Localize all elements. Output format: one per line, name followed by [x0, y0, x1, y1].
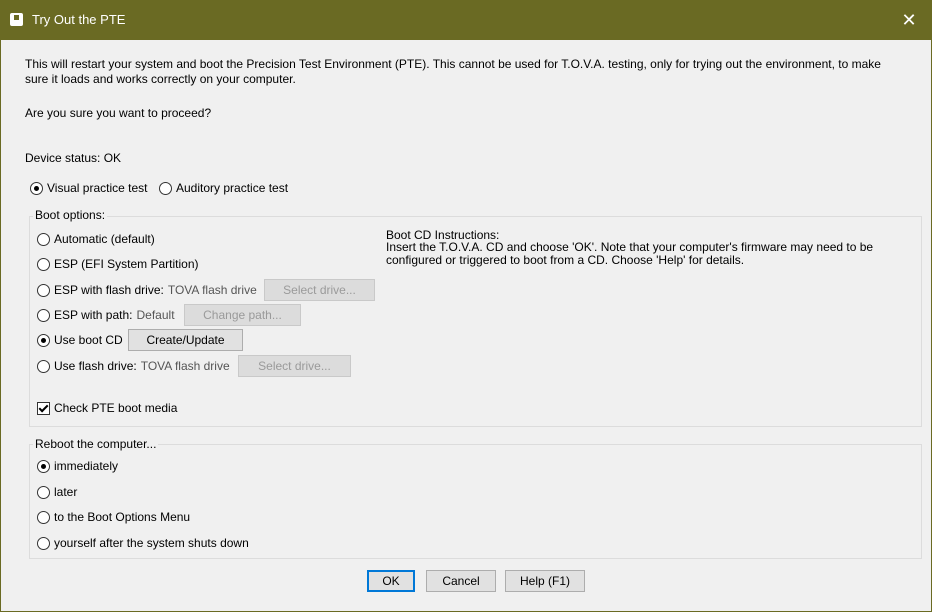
radio-boot-flash-drive[interactable]: Use flash drive: TOVA flash drive — [37, 359, 230, 373]
radio-indicator — [37, 485, 50, 499]
radio-indicator — [37, 257, 50, 271]
boot-options-label: Boot options: — [33, 208, 108, 222]
flash-drive-value: TOVA flash drive — [140, 359, 230, 373]
radio-yourself-label: yourself after the system shuts down — [54, 536, 249, 550]
reboot-label: Reboot the computer... — [33, 437, 159, 451]
radio-esp-label: ESP (EFI System Partition) — [54, 257, 199, 271]
radio-boot-automatic[interactable]: Automatic (default) — [37, 232, 155, 246]
radio-indicator — [30, 181, 43, 195]
radio-esp-path-label: ESP with path: — [54, 308, 133, 322]
radio-visual-label: Visual practice test — [47, 181, 148, 195]
radio-esp-flash-label: ESP with flash drive: — [54, 283, 164, 297]
description-text: This will restart your system and boot t… — [25, 57, 881, 86]
radio-reboot-boot-menu[interactable]: to the Boot Options Menu — [37, 510, 190, 524]
radio-boot-cd[interactable]: Use boot CD — [37, 333, 123, 347]
radio-flash-drive-label: Use flash drive: — [54, 359, 137, 373]
radio-indicator — [37, 308, 50, 322]
check-pte-boot-media[interactable]: Check PTE boot media — [37, 401, 177, 415]
close-icon[interactable]: ✕ — [886, 0, 932, 40]
ok-button[interactable]: OK — [367, 570, 415, 592]
device-status: Device status: OK — [25, 151, 122, 165]
radio-boot-esp[interactable]: ESP (EFI System Partition) — [37, 257, 199, 271]
radio-reboot-later[interactable]: later — [37, 485, 77, 499]
radio-indicator — [37, 232, 50, 246]
checkbox-indicator — [37, 401, 50, 415]
esp-flash-select-drive-button[interactable]: Select drive... — [264, 279, 375, 301]
flash-drive-select-button[interactable]: Select drive... — [238, 355, 351, 377]
radio-indicator — [159, 181, 172, 195]
radio-indicator — [37, 510, 50, 524]
boot-cd-instructions-body: Insert the T.O.V.A. CD and choose 'OK'. … — [386, 240, 874, 267]
radio-boot-esp-flash[interactable]: ESP with flash drive: TOVA flash drive — [37, 283, 257, 297]
radio-boot-menu-label: to the Boot Options Menu — [54, 510, 191, 524]
radio-visual-practice[interactable]: Visual practice test — [30, 181, 148, 195]
check-media-label: Check PTE boot media — [54, 401, 178, 415]
help-button[interactable]: Help (F1) — [505, 570, 585, 592]
radio-indicator — [37, 333, 50, 347]
radio-automatic-label: Automatic (default) — [54, 232, 155, 246]
confirm-text: Are you sure you want to proceed? — [25, 106, 212, 120]
radio-indicator — [37, 536, 50, 550]
radio-indicator — [37, 359, 50, 373]
create-update-button[interactable]: Create/Update — [128, 329, 243, 351]
esp-path-value: Default — [136, 308, 175, 322]
esp-change-path-button[interactable]: Change path... — [184, 304, 301, 326]
radio-indicator — [37, 459, 50, 473]
radio-auditory-practice[interactable]: Auditory practice test — [159, 181, 288, 195]
app-icon — [10, 13, 23, 26]
radio-reboot-immediately[interactable]: immediately — [37, 459, 118, 473]
title-bar: Try Out the PTE ✕ — [0, 0, 932, 40]
radio-indicator — [37, 283, 50, 297]
radio-later-label: later — [54, 485, 78, 499]
radio-boot-cd-label: Use boot CD — [54, 333, 123, 347]
cancel-button[interactable]: Cancel — [426, 570, 496, 592]
esp-flash-value: TOVA flash drive — [167, 283, 257, 297]
radio-boot-esp-path[interactable]: ESP with path: Default — [37, 308, 175, 322]
radio-reboot-yourself[interactable]: yourself after the system shuts down — [37, 536, 249, 550]
radio-auditory-label: Auditory practice test — [176, 181, 289, 195]
window-title: Try Out the PTE — [32, 12, 126, 27]
radio-immediately-label: immediately — [54, 459, 119, 473]
